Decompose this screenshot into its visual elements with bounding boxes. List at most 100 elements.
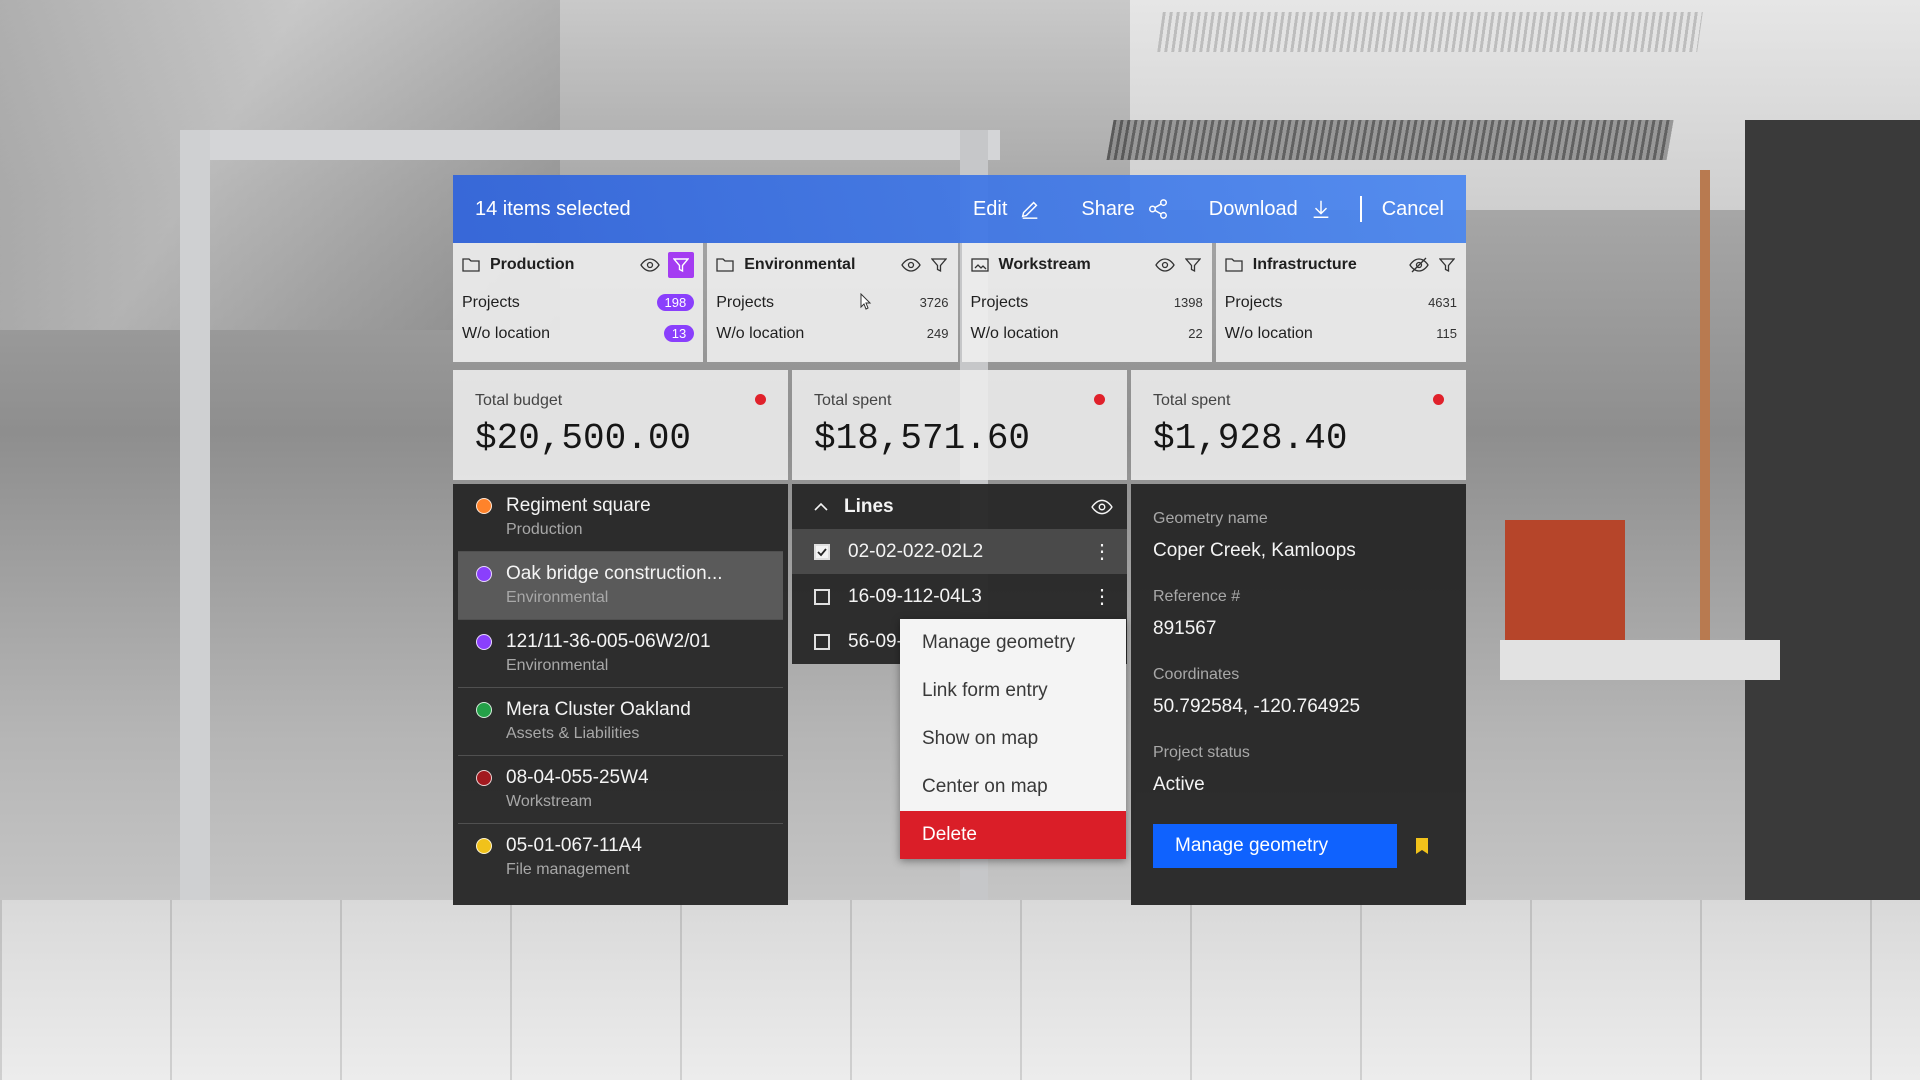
alert-dot [755,394,766,405]
stat-total-spent: Total spent $18,571.60 [792,370,1127,480]
category-card-workstream[interactable]: Workstream Projects 1398 W/o location 22 [961,243,1212,362]
stat-tiles: Total budget $20,500.00 Total spent $18,… [453,370,1466,480]
category-card-environmental[interactable]: Environmental Projects 3726 W/o location 2… [707,243,958,362]
projects-count: 1398 [1173,295,1203,310]
checkbox[interactable] [814,543,830,560]
menu-item-delete[interactable]: Delete [900,811,1126,859]
projects-count-badge: 198 [656,294,695,311]
selection-count: 14 items selected [475,197,631,220]
menu-item-show-on-map[interactable]: Show on map [900,715,1126,763]
stat-label: Total spent [1153,392,1231,409]
geometry-value: Coper Creek, Kamloops [1153,540,1356,561]
status-dot [476,702,492,718]
category-card-production[interactable]: Production Projects 198 W/o location 13 [453,243,704,362]
manage-geometry-button[interactable]: Manage geometry [1153,824,1397,868]
bg-vent [1157,12,1703,52]
bookmark-icon[interactable] [1415,837,1429,855]
reference-value: 891567 [1153,618,1217,639]
stat-label: Total spent [814,392,892,409]
reference-label: Reference # [1153,588,1241,605]
overflow-menu-icon[interactable]: ⋮ [1087,539,1117,564]
line-row[interactable]: 16-09-112-04L3 ⋮ [792,574,1127,619]
status-value: Active [1153,774,1205,795]
item-title: Oak bridge construction... [506,563,723,584]
detail-panel: Geometry name Coper Creek, Kamloops Refe… [1131,484,1466,905]
item-subtitle: Environmental [506,589,609,606]
checkbox[interactable] [814,633,830,650]
eye-off-icon[interactable] [1409,255,1429,275]
projects-label: Projects [1224,293,1283,311]
status-dot [476,634,492,650]
coordinates-value: 50.792584, -120.764925 [1153,696,1361,717]
line-row[interactable]: 02-02-022-02L2 ⋮ [792,529,1127,574]
menu-item-link-form-entry[interactable]: Link form entry [900,667,1126,715]
bottom-panels: Regiment square Production Oak bridge con… [453,484,1466,905]
share-icon [1148,199,1167,219]
alert-dot [1433,394,1444,405]
list-item[interactable]: Mera Cluster Oakland Assets & Liabilities [458,688,783,756]
item-subtitle: Assets & Liabilities [506,725,640,742]
lines-header[interactable]: Lines [792,484,1127,529]
eye-icon[interactable] [1154,255,1175,275]
stat-label: Total budget [475,392,563,409]
download-icon [1313,200,1329,218]
bg-desk [1500,640,1780,680]
stat-total-budget: Total budget $20,500.00 [453,370,788,480]
edit-label: Edit [972,197,1008,220]
filter-icon[interactable] [929,255,949,275]
woloc-count-badge: 13 [663,325,695,342]
image-folder-icon [970,258,989,272]
list-item[interactable]: 08-04-055-25W4 Workstream [458,756,783,824]
projects-count: 4631 [1428,295,1457,310]
list-item[interactable]: 05-01-067-11A4 File management [458,824,783,892]
eye-icon[interactable] [1091,499,1113,515]
status-dot [476,838,492,854]
chevron-up-icon[interactable] [814,502,828,512]
bg-cabinet [1745,120,1920,920]
lines-title: Lines [844,495,894,517]
list-item[interactable]: 121/11-36-005-06W2/01 Environmental [458,620,783,688]
menu-item-manage-geometry[interactable]: Manage geometry [900,619,1126,667]
alert-dot [1094,394,1105,405]
line-code: 16-09-112-04L3 [848,585,982,607]
woloc-label: W/o location [462,324,551,342]
menu-item-center-on-map[interactable]: Center on map [900,763,1126,811]
eye-icon[interactable] [900,255,921,275]
woloc-label: W/o location [1224,324,1313,342]
list-item[interactable]: Regiment square Production [458,484,783,552]
woloc-label: W/o location [716,324,805,342]
bg-vent [1106,120,1674,160]
category-name: Environmental [744,256,856,273]
projects-count: 3726 [919,295,949,310]
edit-button[interactable]: Edit [973,198,1041,221]
eye-icon[interactable] [640,255,661,275]
stat-value: $18,571.60 [814,418,1031,459]
category-card-infrastructure[interactable]: Infrastructure Projects 4631 W/o location… [1215,243,1466,362]
item-title: 08-04-055-25W4 [506,767,649,788]
folder-icon [1225,258,1243,272]
filter-icon[interactable] [668,252,695,278]
filter-icon[interactable] [1183,255,1203,275]
filter-icon[interactable] [1437,255,1457,275]
item-subtitle: File management [506,861,630,878]
download-button[interactable]: Download [1209,198,1332,221]
item-subtitle: Workstream [506,793,592,810]
list-item[interactable]: Oak bridge construction... Environmental [458,552,783,620]
woloc-count: 249 [926,326,949,341]
bg-floor [0,900,1920,1080]
category-name: Workstream [998,256,1091,273]
share-button[interactable]: Share [1081,198,1168,221]
mouse-cursor-icon [860,293,872,310]
pencil-icon [1022,201,1038,219]
category-name: Infrastructure [1252,256,1357,273]
stat-value: $20,500.00 [475,418,692,459]
category-cards: Production Projects 198 W/o location 13 En… [453,243,1466,362]
projects-label: Projects [716,293,775,311]
projects-label: Projects [462,293,520,311]
item-title: 05-01-067-11A4 [506,835,642,856]
checkbox[interactable] [814,588,830,605]
share-label: Share [1081,197,1135,220]
overflow-menu-icon[interactable]: ⋮ [1087,584,1117,609]
cancel-button[interactable]: Cancel [1382,198,1444,221]
item-subtitle: Environmental [506,657,609,674]
